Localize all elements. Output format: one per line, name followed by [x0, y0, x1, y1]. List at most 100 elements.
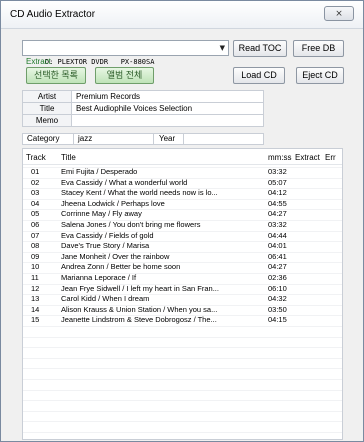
- extract-album-button[interactable]: 앨범 전체: [95, 67, 154, 84]
- table-row[interactable]: 12 Jean Frye Sidwell / I left my heart in…: [23, 284, 342, 295]
- grid-line: [23, 368, 342, 370]
- track-duration: 04:15: [268, 315, 287, 325]
- table-row[interactable]: 14 Alison Krauss & Union Station / When y…: [23, 305, 342, 316]
- track-number: 10: [31, 262, 40, 272]
- close-button[interactable]: ⨯: [324, 6, 354, 21]
- grid-line: [23, 304, 342, 306]
- grid-line: [23, 251, 342, 253]
- grid-line: [23, 262, 342, 264]
- year-label: Year: [159, 134, 176, 143]
- grid-line: [23, 177, 342, 179]
- album-title-field[interactable]: Best Audiophile Voices Selection: [71, 102, 264, 115]
- table-row[interactable]: 02 Eva Cassidy / What a wonderful world 05…: [23, 178, 342, 189]
- grid-line: [23, 400, 342, 402]
- track-title: Eva Cassidy / What a wonderful world: [61, 177, 188, 187]
- free-db-button[interactable]: Free DB: [293, 40, 344, 57]
- category-row: Category jazz Year: [22, 133, 264, 145]
- track-number: 14: [31, 304, 40, 314]
- grid-line: [23, 283, 342, 285]
- grid-line: [23, 220, 342, 221]
- track-duration: 04:01: [268, 241, 287, 251]
- err-column-header[interactable]: Err: [325, 153, 336, 162]
- drive-select[interactable]: D: PLEXTOR DVDR PX-880SA ▼: [22, 40, 229, 66]
- table-row[interactable]: 04 Jheena Lodwick / Perhaps love 04:55: [23, 199, 342, 210]
- track-title: Andrea Zonn / Better be home soon: [61, 262, 181, 272]
- table-row[interactable]: 13 Carol Kidd / When I dream 04:32: [23, 294, 342, 305]
- extract-selected-button[interactable]: 선택한 목록: [26, 67, 86, 84]
- table-row[interactable]: 07 Eva Cassidy / Fields of gold 04:44: [23, 231, 342, 242]
- title-column-header[interactable]: Title: [61, 153, 76, 162]
- track-title: Eva Cassidy / Fields of gold: [61, 230, 154, 240]
- artist-label: Artist: [22, 90, 72, 103]
- track-number: 12: [31, 283, 40, 293]
- memo-field[interactable]: [71, 114, 264, 127]
- grid-line: [23, 326, 342, 327]
- load-cd-button[interactable]: Load CD: [233, 67, 285, 84]
- track-duration: 04:32: [268, 294, 287, 304]
- track-number: 06: [31, 220, 40, 229]
- track-column-header[interactable]: Track: [26, 153, 46, 162]
- track-duration: 03:50: [268, 304, 287, 314]
- track-duration: 04:12: [268, 188, 287, 198]
- eject-cd-button[interactable]: Eject CD: [296, 67, 344, 84]
- track-title: Corrinne May / Fly away: [61, 209, 142, 219]
- grid-line: [23, 410, 342, 412]
- track-duration: 03:32: [268, 220, 287, 229]
- read-toc-button[interactable]: Read TOC: [233, 40, 287, 57]
- table-row[interactable]: 15 Jeanette Lindstrom & Steve Dobrogosz /…: [23, 315, 342, 326]
- track-number: 02: [31, 177, 40, 187]
- track-title: Carol Kidd / When I dream: [61, 294, 150, 304]
- track-title: Jean Frye Sidwell / I left my heart in S…: [61, 283, 219, 293]
- title-label: Title: [22, 102, 72, 115]
- track-number: 15: [31, 315, 40, 325]
- track-title: Jeanette Lindstrom & Steve Dobrogosz / T…: [61, 315, 217, 325]
- grid-line: [23, 379, 342, 380]
- artist-field[interactable]: Premium Records: [71, 90, 264, 103]
- track-number: 08: [31, 241, 40, 251]
- track-number: 04: [31, 198, 40, 208]
- table-row[interactable]: 08 Dave's True Story / Marisa 04:01: [23, 241, 342, 252]
- grid-line: [23, 315, 342, 317]
- table-row[interactable]: 01 Emi Fujita / Desperado 03:32: [23, 167, 342, 178]
- title-bar[interactable]: CD Audio Extractor ⨯: [1, 1, 363, 29]
- table-row[interactable]: 05 Corrinne May / Fly away 04:27: [23, 209, 342, 220]
- grid-line: [23, 241, 342, 243]
- drive-select-value: D: PLEXTOR DVDR PX-880SA: [44, 58, 155, 66]
- track-title: Jheena Lodwick / Perhaps love: [61, 198, 165, 208]
- track-title: Stacey Kent / What the world needs now i…: [61, 188, 218, 198]
- track-number: 11: [31, 273, 39, 282]
- time-column-header[interactable]: mm:ss: [268, 153, 292, 162]
- grid-line: [23, 188, 342, 190]
- table-row[interactable]: 03 Stacey Kent / What the world needs now…: [23, 188, 342, 199]
- grid-line: [23, 209, 342, 211]
- grid-line: [23, 167, 342, 168]
- grid-line: [23, 336, 342, 338]
- category-field[interactable]: jazz: [78, 134, 92, 144]
- grid-line: [23, 421, 342, 423]
- table-row[interactable]: 11 Marianna Leporace / If 02:36: [23, 273, 342, 284]
- table-row[interactable]: 10 Andrea Zonn / Better be home soon 04:27: [23, 262, 342, 273]
- extract-label: Extract: [26, 57, 51, 66]
- chevron-down-icon[interactable]: ▼: [220, 41, 225, 55]
- category-label: Category: [27, 134, 60, 143]
- track-duration: 06:41: [268, 251, 287, 261]
- track-duration: 04:27: [268, 262, 287, 272]
- album-info-table: Artist Premium Records Title Best Audiop…: [22, 90, 264, 127]
- track-title: Jane Monheit / Over the rainbow: [61, 251, 170, 261]
- table-row[interactable]: 09 Jane Monheit / Over the rainbow 06:41: [23, 252, 342, 263]
- track-title: Emi Fujita / Desperado: [61, 167, 138, 176]
- grid-line: [23, 389, 342, 391]
- grid-line: [23, 432, 342, 433]
- track-title: Salena Jones / You don't bring me flower…: [61, 220, 201, 229]
- track-number: 03: [31, 188, 40, 198]
- app-window: CD Audio Extractor ⨯ D: PLEXTOR DVDR PX-…: [0, 0, 364, 442]
- memo-label: Memo: [22, 114, 72, 127]
- track-list[interactable]: Track Title mm:ss Extract Err 01 Emi Fuji…: [22, 148, 343, 440]
- track-duration: 05:07: [268, 177, 287, 187]
- track-duration: 02:36: [268, 273, 287, 282]
- extract-column-header[interactable]: Extract: [295, 153, 320, 162]
- grid-line: [23, 357, 342, 359]
- track-number: 07: [31, 230, 40, 240]
- table-row[interactable]: 06 Salena Jones / You don't bring me flow…: [23, 220, 342, 231]
- track-duration: 04:44: [268, 230, 287, 240]
